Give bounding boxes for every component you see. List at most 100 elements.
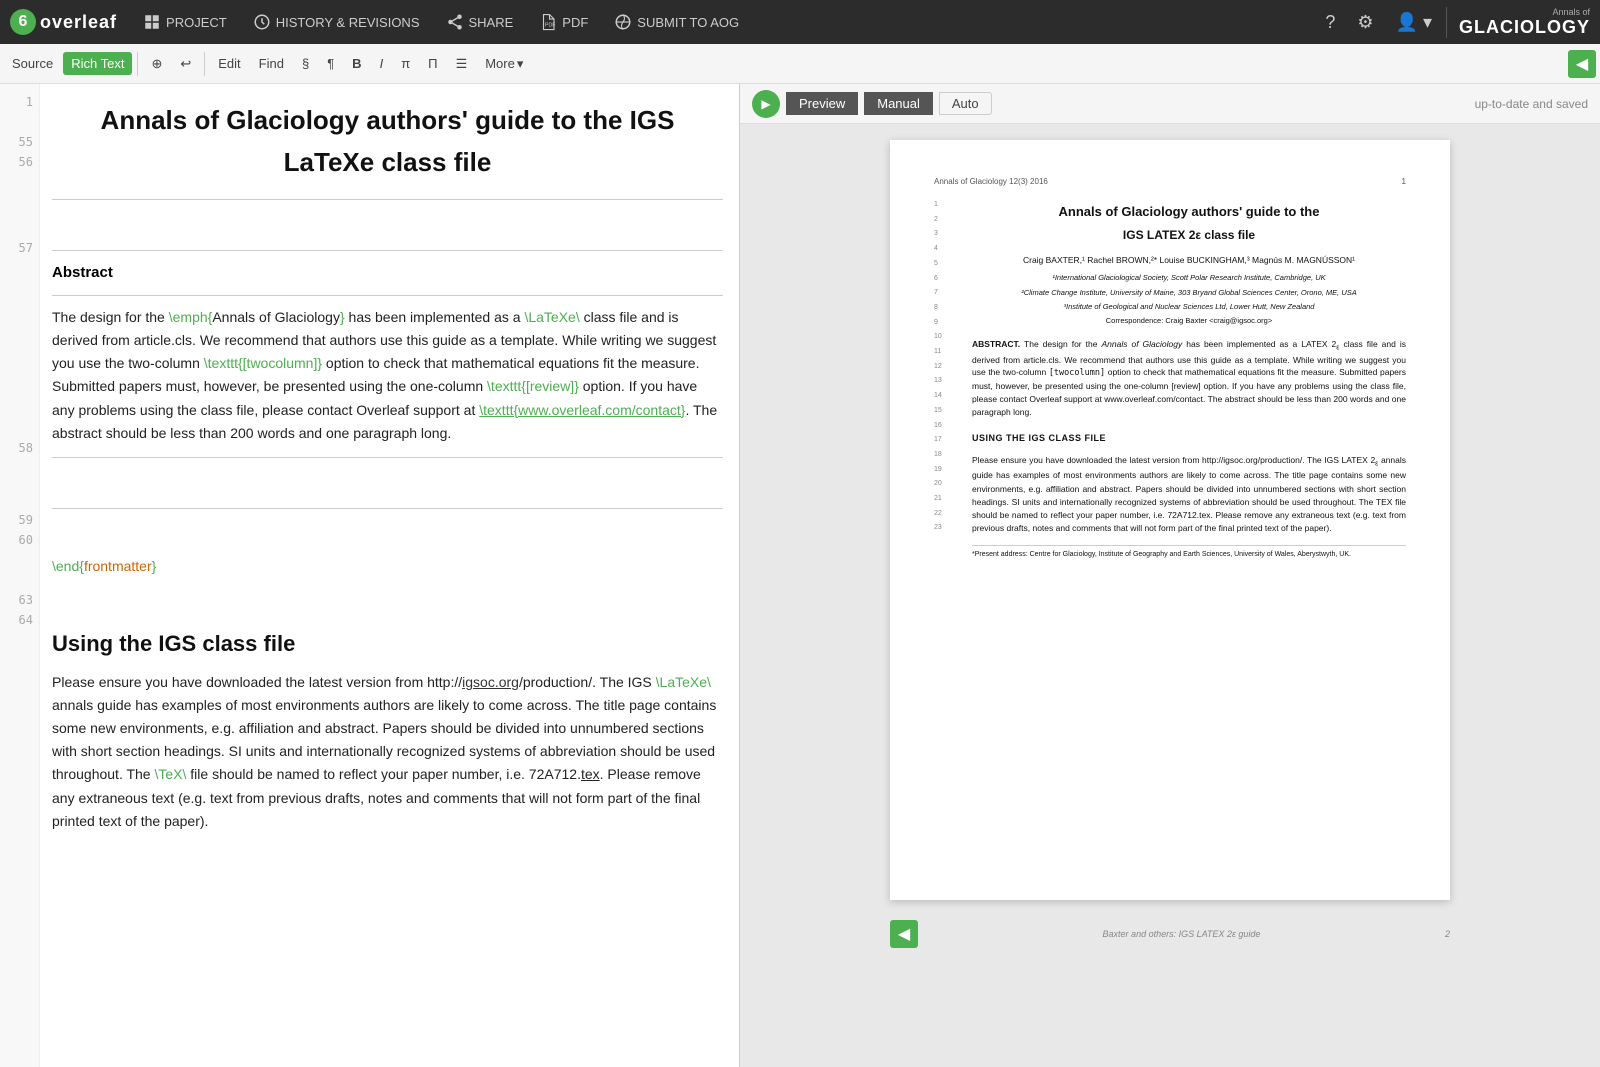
- pi-button[interactable]: π: [393, 52, 418, 75]
- save-status: up-to-date and saved: [1475, 97, 1588, 111]
- preview-pane: ▶ Preview Manual Auto up-to-date and sav…: [740, 84, 1600, 1067]
- line-num-59: 59: [0, 510, 33, 530]
- section2-paragraph: Please ensure you have downloaded the la…: [52, 671, 723, 833]
- compile-button[interactable]: ▶: [752, 90, 780, 118]
- pdf-linenum-2: 2: [934, 213, 956, 228]
- section-button[interactable]: §: [294, 52, 317, 75]
- special-button[interactable]: Π: [420, 52, 445, 75]
- latex-texttt2: \texttt{[review]}: [487, 378, 579, 394]
- line-num-blank5: 58: [0, 438, 33, 458]
- line-num-57: 57: [0, 238, 33, 258]
- line-num-blank4: [0, 212, 33, 232]
- pdf-linenum-17: 17: [934, 433, 956, 448]
- pdf-button[interactable]: PDF PDF: [529, 9, 598, 35]
- pdf-linenum-9: 9: [934, 316, 956, 331]
- manual-tab[interactable]: Manual: [864, 92, 933, 115]
- settings-button[interactable]: ⚙: [1349, 8, 1381, 37]
- editor-text-area[interactable]: Annals of Glaciology authors' guide to t…: [40, 84, 739, 1067]
- latex-url: \texttt{www.overleaf.com/contact}: [479, 402, 685, 418]
- source-tab[interactable]: Source: [4, 52, 61, 75]
- pdf-linenum-3: 3: [934, 227, 956, 242]
- submit-button[interactable]: SUBMIT TO AOG: [604, 9, 749, 35]
- pdf-footer-pagenum: 2: [1445, 929, 1450, 939]
- latex-texttt1: \texttt{[twocolumn]}: [204, 355, 322, 371]
- preview-content[interactable]: Annals of Glaciology 12(3) 2016 1 1 2 3 …: [740, 124, 1600, 1067]
- main-layout: 1 55 56 57 58 59 60 63 64 Annals of Glac…: [0, 84, 1600, 1067]
- pdf-linenum-16: 16: [934, 419, 956, 434]
- pdf-linenum-13: 13: [934, 374, 956, 389]
- line-num-blank1: [0, 112, 33, 132]
- bold-button[interactable]: B: [344, 52, 369, 75]
- pdf-header: Annals of Glaciology 12(3) 2016 1: [934, 176, 1406, 188]
- paragraph-button[interactable]: ¶: [319, 52, 342, 75]
- preview-label[interactable]: Preview: [786, 92, 858, 115]
- submit-icon: [614, 13, 632, 31]
- abstract-paragraph: The design for the \emph{Annals of Glaci…: [52, 306, 723, 445]
- insert-button[interactable]: ⊕: [143, 52, 170, 76]
- project-icon: [143, 13, 161, 31]
- tex-underline: tex: [581, 766, 600, 782]
- project-button[interactable]: PROJECT: [133, 9, 237, 35]
- more-button[interactable]: More ▾: [477, 52, 531, 76]
- editor-pane: 1 55 56 57 58 59 60 63 64 Annals of Glac…: [0, 84, 740, 1067]
- italic-button[interactable]: I: [372, 52, 392, 75]
- divider-5: [52, 508, 723, 509]
- latex-tex: \TeX\: [154, 766, 186, 782]
- pdf-correspondence: Correspondence: Craig Baxter <craig@igso…: [972, 315, 1406, 326]
- divider-1: [52, 199, 723, 200]
- abstract-heading: Abstract: [52, 261, 723, 285]
- pdf-linenum-19: 19: [934, 463, 956, 478]
- latex-end: \end{: [52, 558, 84, 574]
- pdf-journal-ref: Annals of Glaciology 12(3) 2016: [934, 176, 1048, 188]
- latex-latexe: \LaTeXe\: [524, 309, 579, 325]
- user-button[interactable]: 👤 ▾: [1388, 8, 1440, 37]
- pdf-linenum-1: 1: [934, 198, 956, 213]
- pdf-section-title: USING THE IGS CLASS FILE: [972, 432, 1406, 446]
- journal-logo: Annals of GLACIOLOGY: [1446, 7, 1590, 38]
- pdf-linenum-10: 10: [934, 330, 956, 345]
- list-button[interactable]: ☰: [448, 52, 476, 76]
- pdf-linenum-8: 8: [934, 301, 956, 316]
- history-toolbar-button[interactable]: ↩: [172, 52, 199, 76]
- pdf-authors: Craig BAXTER,¹ Rachel BROWN,²* Louise BU…: [972, 254, 1406, 267]
- pdf-affil3: ³Institute of Geological and Nuclear Sci…: [972, 301, 1406, 312]
- play-icon: ▶: [761, 97, 770, 111]
- history-button[interactable]: HISTORY & REVISIONS: [243, 9, 430, 35]
- preview-toolbar: ▶ Preview Manual Auto up-to-date and sav…: [740, 84, 1600, 124]
- editor-toolbar: Source Rich Text ⊕ ↩ Edit Find § ¶ B I π…: [0, 44, 1600, 84]
- prev-page-button[interactable]: ◀: [890, 920, 918, 948]
- pdf-linenum-7: 7: [934, 286, 956, 301]
- pdf-linenum-4: 4: [934, 242, 956, 257]
- svg-text:PDF: PDF: [545, 23, 556, 29]
- pdf-linenum-11: 11: [934, 345, 956, 360]
- pdf-title: Annals of Glaciology authors' guide to t…: [972, 202, 1406, 222]
- latex-end-close: }: [152, 558, 157, 574]
- line-num-61: [0, 550, 33, 570]
- pdf-linenum-20: 20: [934, 477, 956, 492]
- line-num-blank2: [0, 172, 33, 192]
- logo-icon: 6: [10, 9, 36, 35]
- pdf-label: PDF: [562, 15, 588, 30]
- logo-text: overleaf: [40, 12, 117, 33]
- pdf-linenum-15: 15: [934, 404, 956, 419]
- pdf-page-1: Annals of Glaciology 12(3) 2016 1 1 2 3 …: [890, 140, 1450, 900]
- richtext-tab[interactable]: Rich Text: [63, 52, 132, 75]
- find-button[interactable]: Find: [251, 52, 292, 75]
- journal-small: Annals of: [1552, 7, 1590, 17]
- igsoc-url: igsoc.org: [462, 674, 519, 690]
- project-label: PROJECT: [166, 15, 227, 30]
- divider-2: [52, 250, 723, 251]
- section2-heading: Using the IGS class file: [52, 626, 723, 661]
- auto-tab[interactable]: Auto: [939, 92, 992, 115]
- history-icon: [253, 13, 271, 31]
- document-title: Annals of Glaciology authors' guide to t…: [52, 100, 723, 183]
- collapse-editor-button[interactable]: ◀: [1568, 50, 1596, 78]
- edit-button[interactable]: Edit: [210, 52, 248, 75]
- pdf-page-num: 1: [1402, 176, 1406, 188]
- latex-emph: \emph{: [169, 309, 213, 325]
- toolbar-separator-1: [137, 52, 138, 76]
- latex-latexe2: \LaTeXe\: [656, 674, 711, 690]
- line-num-1: 1: [0, 92, 33, 112]
- help-button[interactable]: ?: [1317, 8, 1343, 37]
- share-button[interactable]: SHARE: [436, 9, 524, 35]
